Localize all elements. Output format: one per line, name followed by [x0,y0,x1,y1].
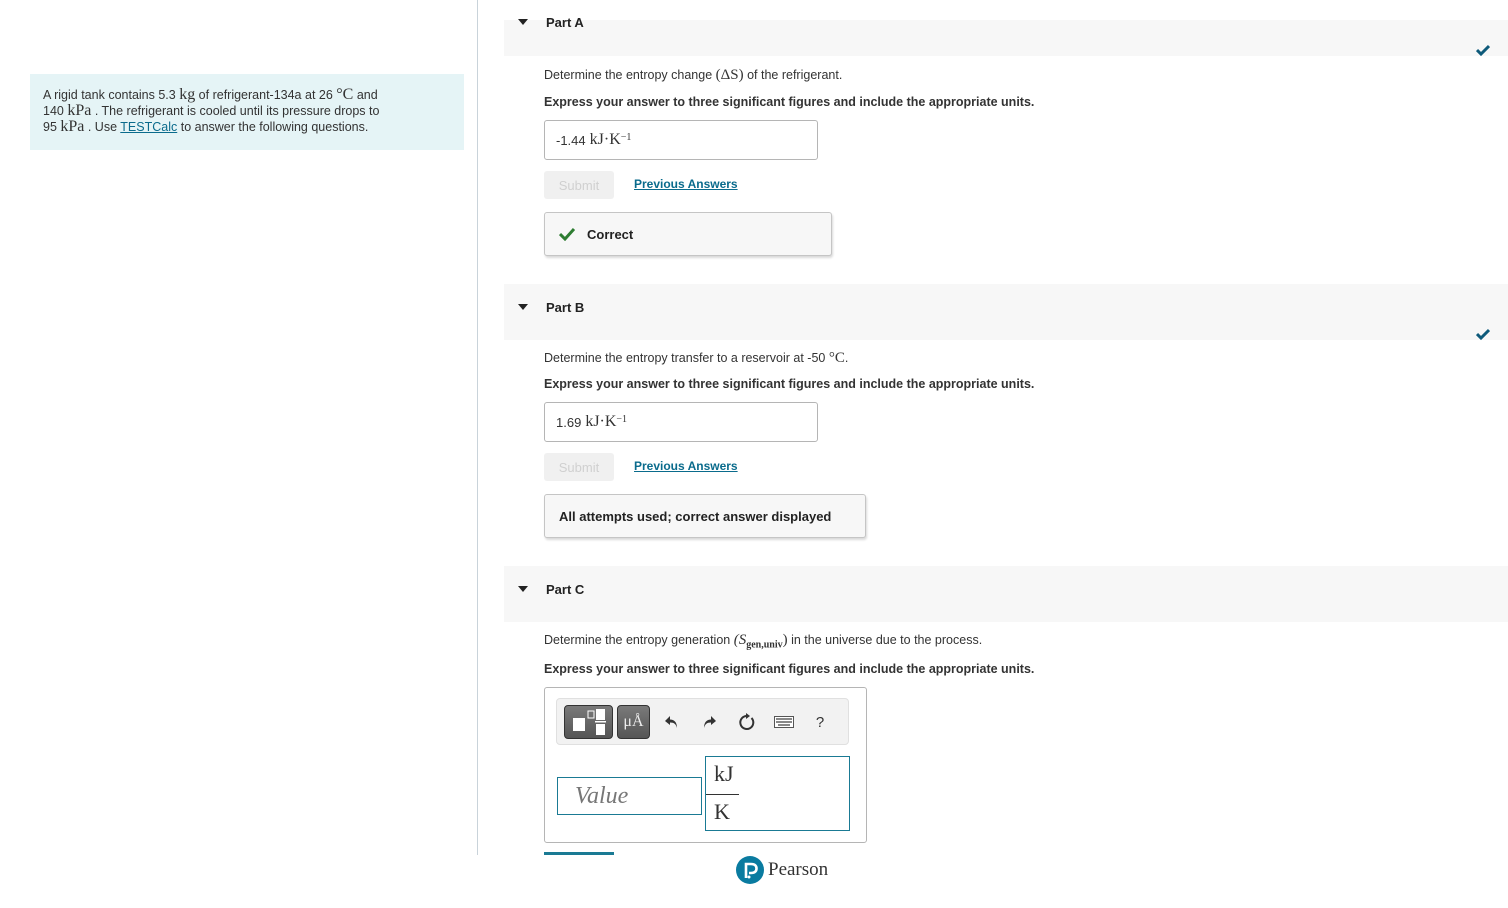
part-c-question: Determine the entropy generation (Sgen,u… [544,632,982,651]
math-toolbar: μÅ ? [556,698,849,745]
testcalc-link[interactable]: TESTCalc [120,120,177,134]
part-a-previous-answers-link[interactable]: Previous Answers [634,177,738,191]
part-a-answer-field[interactable]: -1.44 kJ·K −1 [544,120,818,160]
part-c-answer-editor: μÅ ? Value kJ K [544,687,867,843]
question-text: Determine the entropy generation [544,633,734,647]
reset-button[interactable] [736,712,758,732]
value-input[interactable]: Value [557,777,702,815]
pearson-logo-icon [736,856,764,884]
part-c-instruction: Express your answer to three significant… [544,662,1035,676]
problem-text: 95 [43,120,61,134]
part-a-submit-button[interactable]: Submit [544,171,614,199]
question-text: in the universe due to the process. [787,633,983,647]
feedback-text: Correct [587,226,634,242]
collapse-triangle-icon[interactable] [518,304,528,310]
question-text: . [844,351,849,365]
part-b-answer-field[interactable]: 1.69 kJ·K −1 [544,402,818,442]
part-b-submit-button[interactable]: Submit [544,453,614,481]
completed-check-icon [1476,328,1490,341]
redo-icon [704,716,716,728]
units-button[interactable]: μÅ [617,705,650,739]
answer-unit: kJ·K [589,131,621,148]
part-a-question: Determine the entropy change (ΔS) of the… [544,67,842,84]
problem-text: . Use [84,120,121,134]
correct-check-icon [559,227,575,241]
completed-check-icon [1476,44,1490,57]
answer-value: -1.44 [556,132,586,148]
part-b-previous-answers-link[interactable]: Previous Answers [634,459,738,473]
unit-kpa: kPa [67,102,92,119]
problem-statement: A rigid tank contains 5.3 kg of refriger… [30,74,464,150]
unit-numerator: kJ [714,761,734,786]
unit-celsius: °C [828,350,845,366]
part-a-instruction: Express your answer to three significant… [544,95,1035,109]
unit-denominator: K [714,799,730,824]
problem-text: . The refrigerant is cooled until its pr… [91,104,380,118]
answer-value: 1.69 [556,414,582,430]
part-b-instruction: Express your answer to three significant… [544,377,1035,391]
reset-icon [739,713,755,730]
question-text: of the refrigerant. [743,68,843,82]
problem-text: 140 [43,104,68,118]
help-button[interactable]: ? [812,712,828,732]
question-text: Determine the entropy change [544,68,716,82]
math-delta-s: (ΔS) [715,67,744,83]
question-text: Determine the entropy transfer to a rese… [544,351,829,365]
unit-kg: kg [179,86,196,103]
fraction-bar [706,794,739,795]
templates-button[interactable] [564,705,613,739]
problem-text: of refrigerant-134a at 26 [195,88,337,102]
collapse-triangle-icon[interactable] [518,19,528,25]
part-c-title: Part C [546,582,585,597]
keyboard-button[interactable] [772,712,796,732]
keyboard-icon [774,716,794,728]
pearson-wordmark: Pearson [768,859,829,880]
pearson-branding: Pearson [736,856,828,884]
fraction-template-icon [573,709,606,735]
problem-text: and [353,88,378,102]
unit-kpa: kPa [60,118,85,135]
redo-button[interactable] [699,712,719,732]
math-s-gen: (S [733,632,747,648]
unit-celsius: °C [336,86,354,103]
collapse-triangle-icon[interactable] [518,586,528,592]
part-b-question: Determine the entropy transfer to a rese… [544,350,848,367]
part-a-title: Part A [546,15,584,30]
undo-icon [665,716,677,728]
undo-button[interactable] [662,712,682,732]
part-a-header[interactable]: Part A [504,15,1508,57]
pane-divider[interactable] [477,0,478,855]
answer-unit: kJ·K [585,413,617,430]
problem-text: to answer the following questions. [177,120,369,134]
part-b-title: Part B [546,300,585,315]
problem-text: A rigid tank contains 5.3 [43,88,180,102]
part-b-feedback: All attempts used; correct answer displa… [544,494,866,538]
submit-button-partial[interactable] [544,852,614,855]
part-a-feedback: Correct [544,212,832,256]
math-subscript: gen,univ [746,639,783,651]
feedback-text: All attempts used; correct answer displa… [559,508,832,524]
units-input[interactable]: kJ K [705,756,850,831]
answer-unit-exponent: −1 [616,413,628,425]
part-c-header[interactable]: Part C [504,566,1508,622]
part-b-header[interactable]: Part B [504,284,1508,341]
answer-unit-exponent: −1 [620,131,632,143]
